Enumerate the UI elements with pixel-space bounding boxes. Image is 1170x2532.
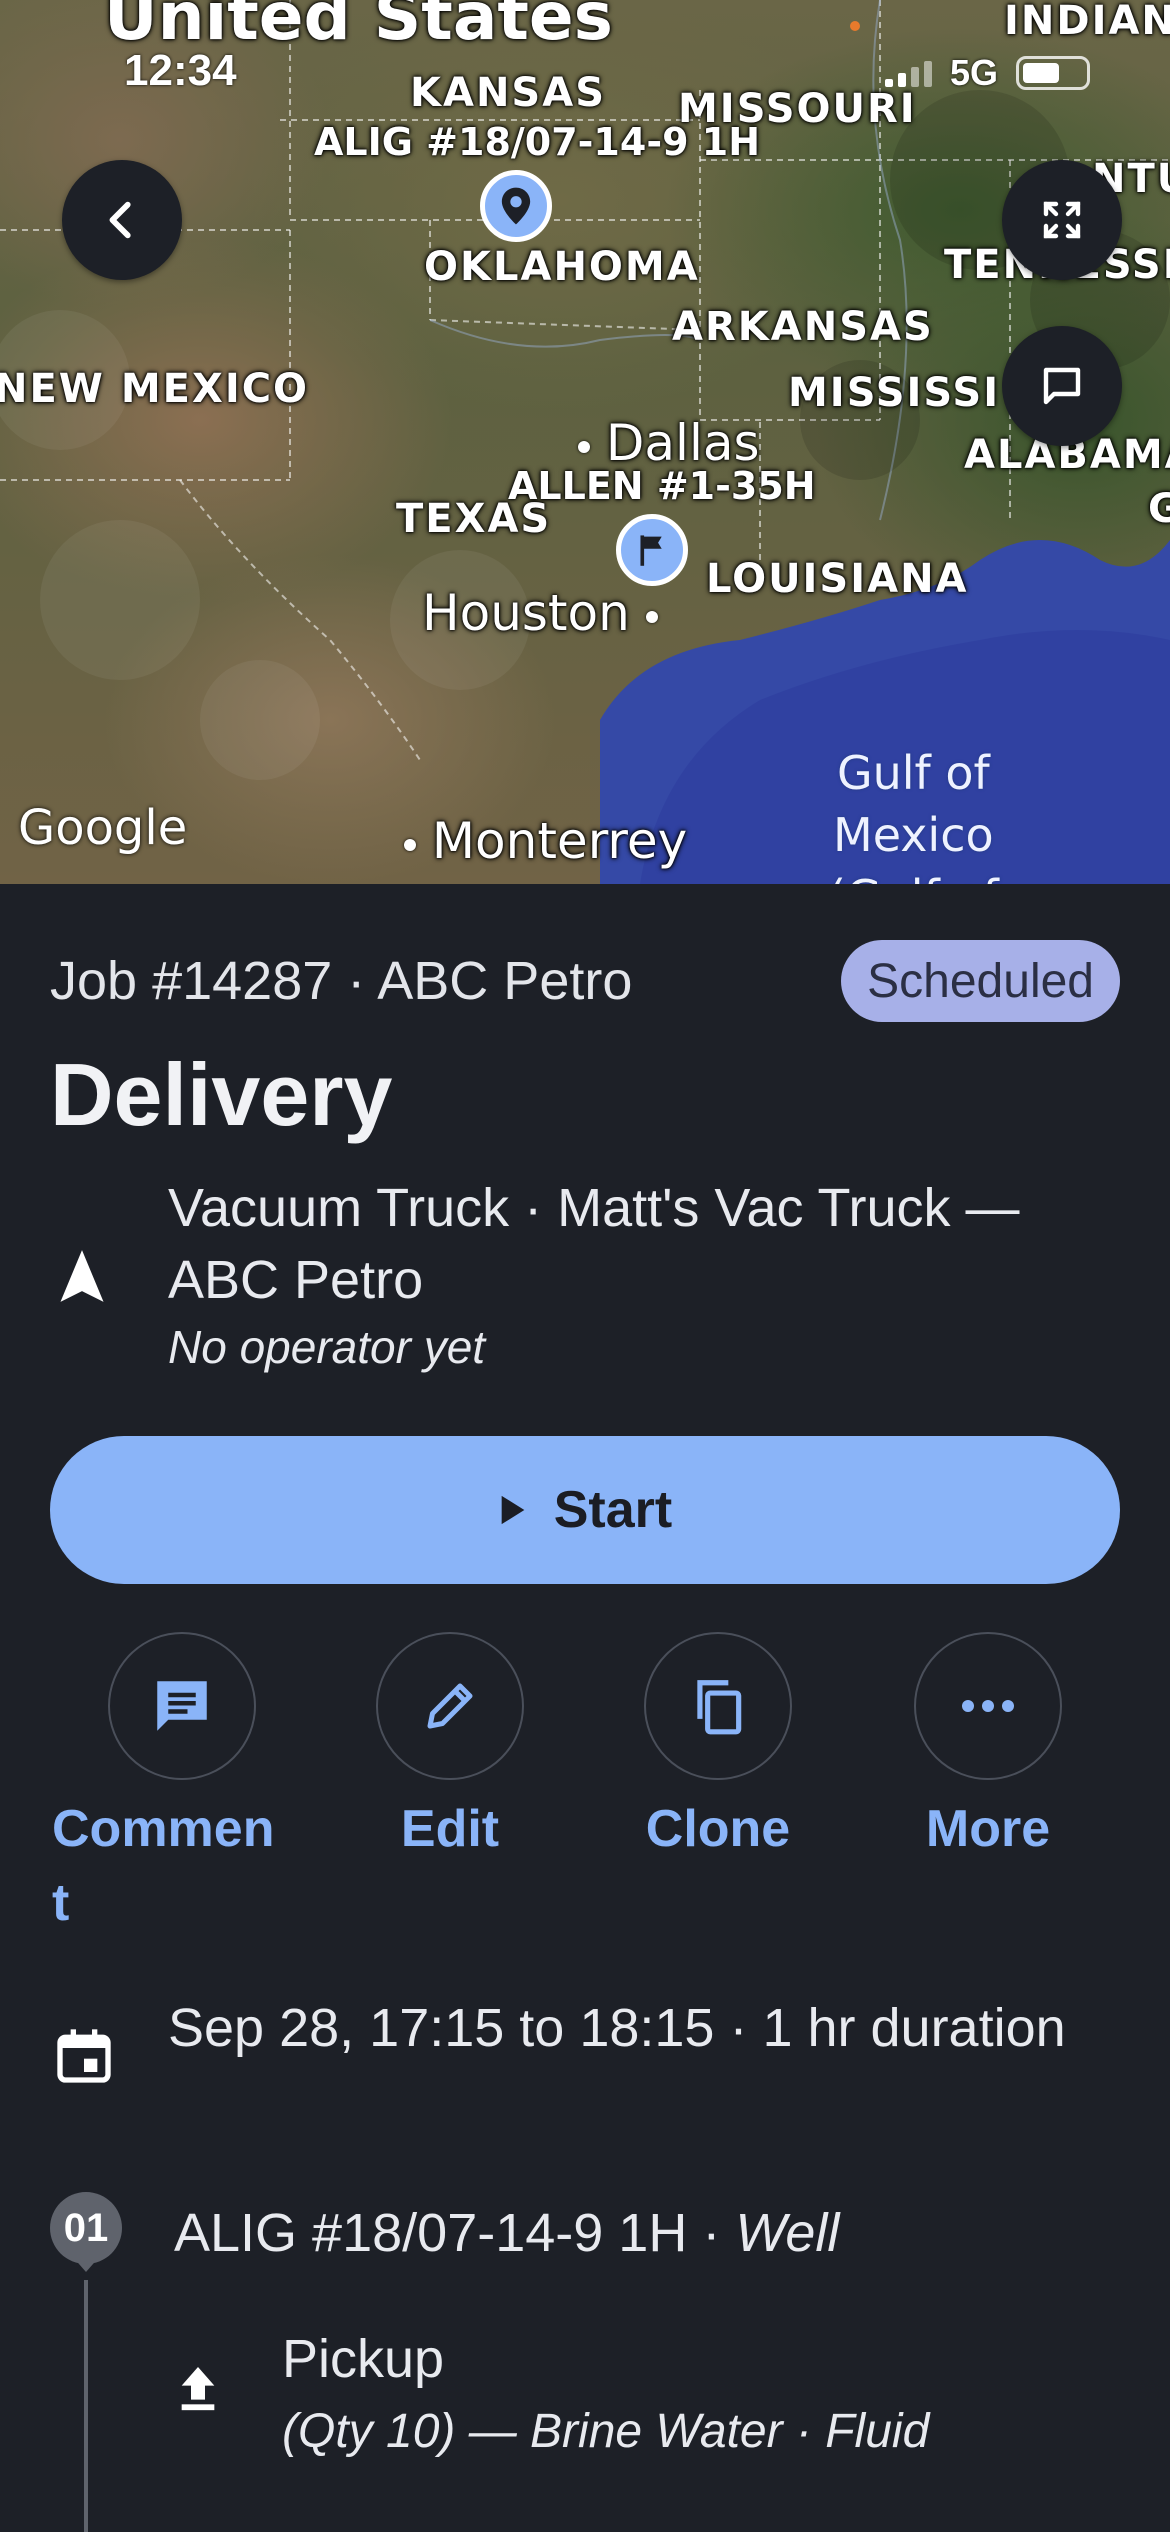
city-name: Monterrey (431, 812, 688, 870)
sea-line: Gulf of (836, 746, 990, 800)
chat-button[interactable] (1002, 326, 1122, 446)
clone-button[interactable] (644, 1632, 792, 1780)
navigation-arrow-icon (60, 1250, 104, 1302)
upload-icon (181, 2367, 215, 2411)
task-detail: (Qty 10) — Brine Water · Fluid (282, 2405, 930, 2458)
more-button[interactable] (914, 1632, 1062, 1780)
map-view[interactable]: United States KANSAS MISSOURI OKLAHOMA A… (0, 0, 1170, 884)
network-label: 5G (949, 52, 998, 93)
map-label-state: MISSISSI (788, 370, 1001, 416)
more-dots-icon (962, 1700, 1014, 1712)
operator-status: No operator yet (168, 1321, 486, 1373)
map-label-city: Houston (422, 584, 658, 642)
comment-label: Commen t (52, 1800, 275, 1932)
edit-label: Edit (400, 1800, 500, 1858)
more-action[interactable]: More (858, 1632, 1118, 1866)
status-indicators: 5G (884, 52, 1090, 94)
map-label-state: NEW MEXICO (0, 366, 310, 412)
map-label-city: Monterrey (404, 812, 687, 870)
job-header: Job #14287 · ABC Petro (50, 951, 633, 1011)
map-label-state: G (1148, 486, 1170, 532)
pencil-icon (427, 1683, 473, 1729)
play-icon (501, 1495, 525, 1525)
expand-icon (1043, 201, 1081, 239)
battery-icon (1016, 56, 1090, 90)
marker-pickup[interactable] (480, 170, 552, 242)
chevron-left-icon (109, 201, 131, 239)
fullscreen-button[interactable] (1002, 160, 1122, 280)
sea-line: (Gulf of (828, 866, 999, 884)
location-pin-icon (501, 187, 531, 225)
edit-button[interactable] (376, 1632, 524, 1780)
copy-icon (697, 1680, 742, 1735)
start-button-label: Start (553, 1481, 673, 1539)
calendar-icon (57, 2029, 111, 2083)
flag-icon (640, 535, 662, 566)
map-label-state: INDIAN (1004, 0, 1170, 44)
comment-button[interactable] (108, 1632, 256, 1780)
task-title: Pickup (282, 2329, 445, 2389)
edit-action[interactable]: Edit (320, 1632, 580, 1866)
signal-icon (884, 59, 932, 87)
asset-description: Vacuum Truck · Matt's Vac Truck — ABC Pe… (168, 1178, 1020, 1310)
schedule-text: Sep 28, 17:15 to 18:15 · 1 hr duration (168, 1998, 1066, 2058)
sea-line: Mexico (833, 808, 994, 862)
job-title: Delivery (50, 1045, 393, 1144)
clone-label: Clone (645, 1800, 791, 1858)
marker-label: ALLEN #1-35H (508, 464, 816, 508)
start-button[interactable]: Start (50, 1436, 1120, 1584)
clone-action[interactable]: Clone (588, 1632, 848, 1866)
stop-name: ALIG #18/07-14-9 1H (174, 2203, 688, 2263)
map-label-state: KANSAS (410, 70, 607, 116)
comment-action[interactable]: Commen t (52, 1632, 312, 1940)
stop-number-badge: 01 (50, 2192, 122, 2264)
map-label-sea: Gulf of Mexico (Gulf of (828, 742, 999, 884)
comment-icon (157, 1681, 207, 1731)
map-label-state: LOUISIANA (706, 556, 969, 602)
map-label-state: OKLAHOMA (424, 244, 700, 290)
status-badge: Scheduled (841, 940, 1120, 1022)
map-label-state: ARKANSAS (672, 304, 934, 350)
google-attribution: Google (18, 800, 188, 856)
marker-label: ALIG #18/07-14-9 1H (314, 120, 760, 164)
status-time: 12:34 (124, 46, 237, 95)
city-name: Houston (422, 584, 630, 642)
stop-title[interactable]: ALIG #18/07-14-9 1H · Well (174, 2202, 839, 2264)
stop-type: Well (735, 2203, 840, 2263)
more-label: More (925, 1800, 1051, 1858)
job-detail-sheet: Job #14287 · ABC Petro Scheduled Deliver… (0, 884, 1170, 2532)
chat-icon (1043, 367, 1081, 405)
back-button[interactable] (62, 160, 182, 280)
marker-dropoff[interactable] (616, 514, 688, 586)
stop-badge-pointer (72, 2256, 100, 2272)
stop-timeline-line (84, 2280, 88, 2532)
